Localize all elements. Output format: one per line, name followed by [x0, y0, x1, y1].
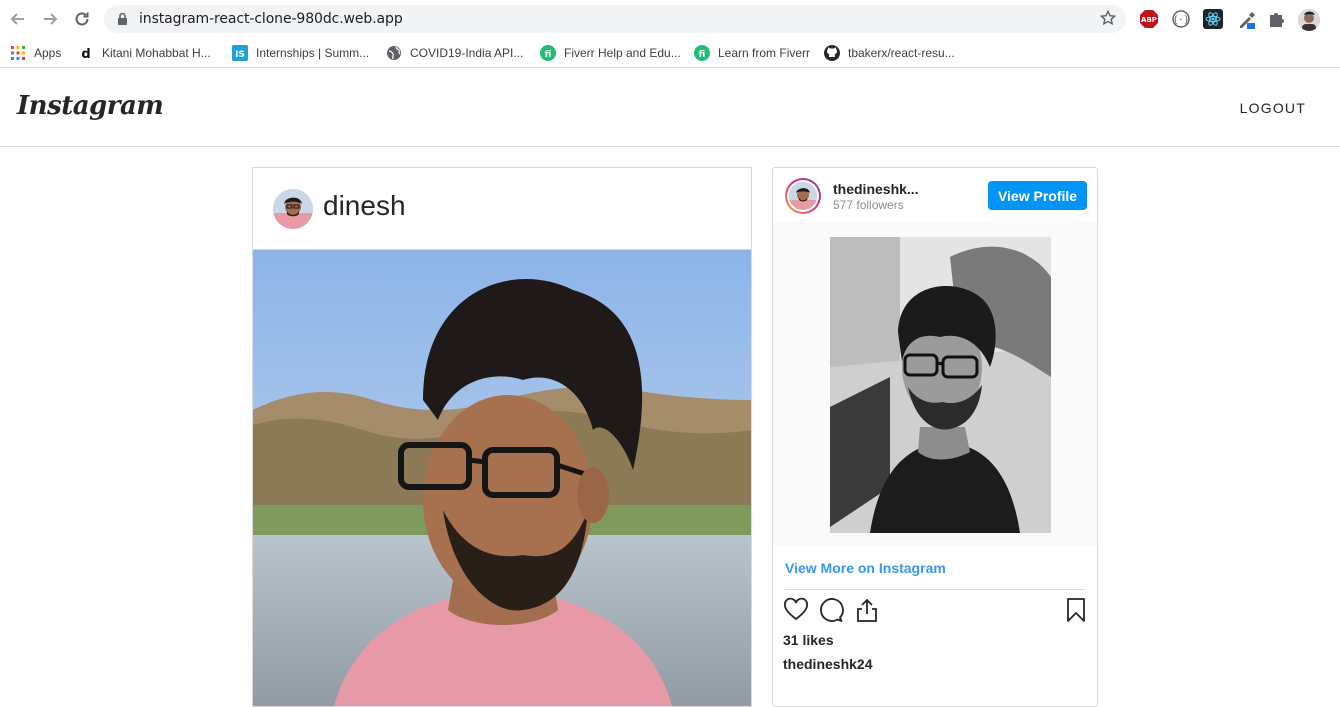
view-more-link[interactable]: View More on Instagram: [785, 560, 946, 576]
post-header: dinesh: [253, 168, 751, 250]
lock-icon: [117, 12, 128, 31]
apps-grid-icon: [10, 45, 26, 61]
caption-username[interactable]: thedineshk24: [783, 656, 872, 672]
reload-icon: [75, 12, 89, 26]
avatar[interactable]: [273, 189, 313, 229]
app-header: Instagram LOGOUT: [0, 69, 1340, 147]
embed-username[interactable]: thedineshk...: [833, 181, 919, 197]
bookmark-fiverr-help[interactable]: fi Fiverr Help and Edu...: [540, 44, 681, 62]
github-icon: [824, 45, 840, 61]
address-bar[interactable]: instagram-react-clone-980dc.web.app: [104, 5, 1126, 33]
post-username[interactable]: dinesh: [323, 190, 406, 222]
svg-text:{·}: {·}: [1173, 16, 1189, 26]
instagram-embed-card: thedineshk... 577 followers View Profile: [772, 167, 1098, 707]
embed-avatar[interactable]: [785, 178, 821, 214]
url-text: instagram-react-clone-980dc.web.app: [139, 11, 403, 27]
is-logo-icon: IS: [232, 45, 248, 61]
bookmark-label: tbakerx/react-resu...: [848, 46, 955, 60]
bookmark-learn-fiverr[interactable]: fi Learn from Fiverr: [694, 44, 810, 62]
json-viewer-icon[interactable]: {·}: [1171, 9, 1191, 29]
d-letter-icon: d: [78, 45, 94, 61]
svg-text:fi: fi: [545, 50, 552, 60]
svg-text:IS: IS: [235, 50, 245, 60]
post-image: [253, 250, 751, 706]
globe-icon: [386, 45, 402, 61]
bookmark-apps[interactable]: Apps: [10, 44, 61, 62]
color-picker-icon[interactable]: [1236, 9, 1256, 29]
embed-photo: [830, 237, 1051, 533]
bookmark-label: Learn from Fiverr: [718, 46, 811, 60]
svg-text:fi: fi: [699, 50, 706, 60]
divider: [785, 589, 1085, 590]
bookmarks-bar: Apps d Kitani Mohabbat H... IS Internshi…: [0, 38, 1340, 68]
embed-header: thedineshk... 577 followers View Profile: [773, 168, 1097, 223]
bookmark-save-icon[interactable]: [1063, 597, 1089, 623]
svg-text:ABP: ABP: [1141, 16, 1157, 24]
embed-followers-count: 577 followers: [833, 198, 904, 212]
fiverr-icon: fi: [540, 45, 556, 61]
heart-icon[interactable]: [783, 597, 809, 623]
bookmark-covid[interactable]: COVID19-India API...: [386, 44, 523, 62]
reload-button[interactable]: [72, 9, 92, 29]
view-profile-button[interactable]: View Profile: [988, 181, 1087, 210]
likes-count: 31 likes: [783, 632, 834, 648]
bookmark-label: Internships | Summ...: [256, 46, 370, 60]
bookmark-label: Apps: [34, 46, 62, 60]
forward-arrow-icon: [44, 13, 58, 25]
logout-button[interactable]: LOGOUT: [1240, 100, 1306, 116]
back-button[interactable]: [8, 9, 28, 29]
svg-text:d: d: [81, 47, 90, 60]
puzzle-icon[interactable]: [1267, 9, 1287, 29]
bookmark-github[interactable]: tbakerx/react-resu...: [824, 44, 955, 62]
browser-toolbar: instagram-react-clone-980dc.web.app ABP …: [0, 0, 1340, 38]
back-arrow-icon: [10, 13, 24, 25]
comment-icon[interactable]: [818, 597, 844, 623]
bookmark-star-icon[interactable]: [1099, 9, 1117, 31]
post-card: dinesh: [252, 167, 752, 707]
bookmark-label: Kitani Mohabbat H...: [102, 46, 211, 60]
react-devtools-icon[interactable]: [1203, 9, 1223, 29]
share-icon[interactable]: [854, 597, 880, 623]
bookmark-internships[interactable]: IS Internships | Summ...: [232, 44, 369, 62]
forward-button[interactable]: [40, 9, 60, 29]
embed-media[interactable]: [773, 223, 1097, 546]
bookmark-label: COVID19-India API...: [410, 46, 524, 60]
profile-avatar-icon[interactable]: [1298, 9, 1320, 31]
bookmark-label: Fiverr Help and Edu...: [564, 46, 681, 60]
instagram-logo[interactable]: Instagram: [17, 91, 164, 121]
fiverr-icon: fi: [694, 45, 710, 61]
bookmark-kitani[interactable]: d Kitani Mohabbat H...: [78, 44, 211, 62]
abp-icon[interactable]: ABP: [1139, 9, 1159, 29]
